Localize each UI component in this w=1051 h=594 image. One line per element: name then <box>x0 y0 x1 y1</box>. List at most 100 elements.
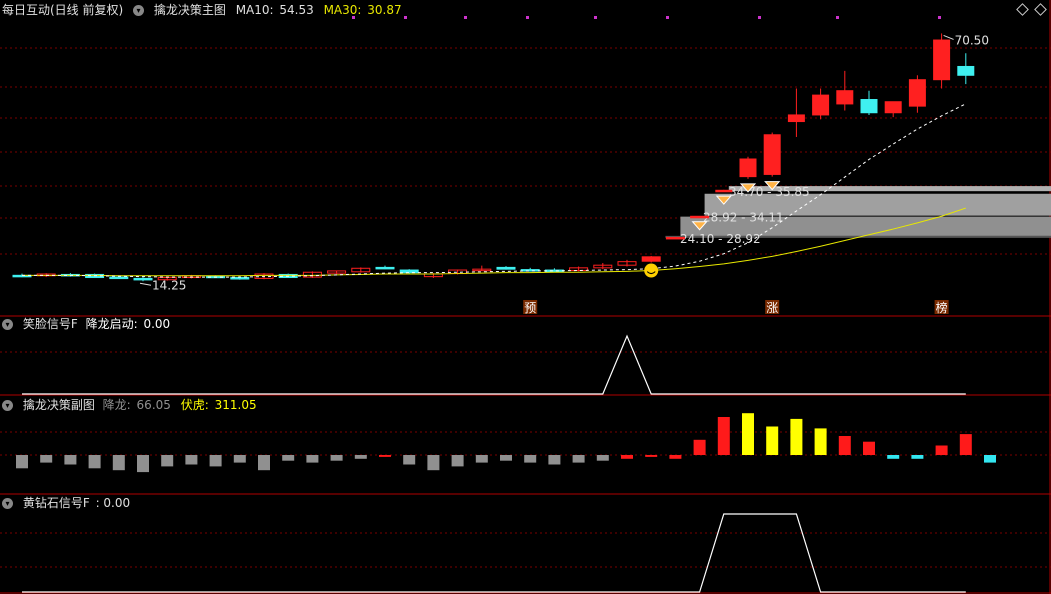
candle-body <box>520 269 540 272</box>
sub3-menu-icon[interactable]: ▾ <box>2 498 13 509</box>
sub1-value: 0.00 <box>143 317 171 331</box>
decision-bar <box>330 455 343 461</box>
candle-body <box>884 101 902 114</box>
decision-bar <box>500 455 512 461</box>
event-marker-label: 预 <box>524 301 536 315</box>
candle-body <box>908 79 926 107</box>
candle-body <box>641 256 661 262</box>
zone-label-mid: 28.92 - 34.11 <box>703 211 784 225</box>
decision-bar <box>742 413 754 455</box>
candle-body <box>133 277 153 281</box>
sub2-value1: 66.05 <box>136 398 171 412</box>
decision-bar <box>935 445 948 455</box>
decision-bar <box>112 455 125 471</box>
sub2-name2: 伏虎: <box>180 398 209 412</box>
decision-bar <box>669 455 682 459</box>
ma10-value: 54.53 <box>279 3 314 17</box>
stock-name: 每日互动(日线 前复权) <box>2 3 124 17</box>
decision-bar <box>548 455 561 465</box>
candle-body <box>230 277 250 280</box>
decision-bar <box>911 455 924 459</box>
top-dot-marker <box>526 16 529 19</box>
decision-bar <box>984 455 996 463</box>
decision-bar <box>209 455 222 467</box>
decision-bar <box>524 455 537 463</box>
sub1-name: 降龙启动: <box>85 317 138 331</box>
decision-bar <box>863 441 875 455</box>
candle-body <box>763 134 781 175</box>
decision-bar <box>379 455 391 457</box>
candle-body <box>399 269 419 274</box>
decision-bar <box>645 455 658 457</box>
ma30-value: 30.87 <box>367 3 402 17</box>
low-pointer <box>139 282 152 286</box>
top-dot-marker <box>938 16 941 19</box>
candle-body <box>109 276 129 280</box>
top-dot-marker <box>594 16 597 19</box>
ma30-label: MA30: <box>323 3 362 17</box>
event-marker-label: 榜 <box>936 300 948 315</box>
candle-body <box>933 39 951 81</box>
sub2-menu-icon[interactable]: ▾ <box>2 400 13 411</box>
top-dot-marker <box>464 16 467 19</box>
decision-bar <box>717 417 730 455</box>
candle-body <box>375 266 395 270</box>
decision-bar <box>137 455 149 473</box>
decision-bar <box>161 455 174 467</box>
sub1-header: ▾ 笑脸信号F 降龙启动: 0.00 <box>2 316 176 332</box>
low-label: 14.25 <box>152 278 186 292</box>
indicator-name[interactable]: 擒龙决策主图 <box>154 3 226 17</box>
high-label: 70.50 <box>955 33 989 47</box>
decision-bar <box>282 455 295 461</box>
decision-bar <box>16 455 28 469</box>
candle-body <box>544 269 564 273</box>
zone-label-low: 24.10 - 28.92 <box>680 232 761 246</box>
decision-bar <box>403 455 416 465</box>
candle-body <box>496 266 516 270</box>
decision-bar <box>959 434 972 455</box>
decision-bar <box>596 455 609 461</box>
decision-bar <box>233 455 246 463</box>
event-marker-label: 涨 <box>766 300 778 315</box>
decision-bar <box>766 426 779 455</box>
decision-bar <box>790 418 803 455</box>
sub2-header: ▾ 擒龙决策副图 降龙: 66.05 伏虎: 311.05 <box>2 397 263 413</box>
sub3-title[interactable]: 黄钻石信号F <box>23 496 90 510</box>
decision-bar <box>64 455 77 465</box>
decision-bar <box>88 455 101 469</box>
candle-body <box>812 94 830 116</box>
ma10-label: MA10: <box>235 3 274 17</box>
chart-canvas: 24.10 - 28.92 28.92 - 34.11 34.70 - 35.85 7… <box>0 0 1051 594</box>
candle-body <box>860 99 878 114</box>
decision-bar <box>814 428 827 455</box>
decision-bar <box>306 455 319 463</box>
candle-body <box>836 90 854 105</box>
zone-label-high: 34.70 - 35.85 <box>729 185 810 199</box>
top-dot-marker <box>836 16 839 19</box>
diamond-signal-line <box>22 513 966 593</box>
decision-bar <box>185 455 198 465</box>
sub2-title[interactable]: 擒龙决策副图 <box>23 398 95 412</box>
sub2-name1: 降龙: <box>102 398 131 412</box>
decision-bar <box>354 455 367 459</box>
top-dot-marker <box>666 16 669 19</box>
menu-icon[interactable]: ▾ <box>133 5 145 16</box>
decision-bar <box>451 455 464 467</box>
sub1-menu-icon[interactable]: ▾ <box>2 319 13 330</box>
sub3-header: ▾ 黄钻石信号F : 0.00 <box>2 495 136 511</box>
top-dot-marker <box>758 16 761 19</box>
decision-bar <box>887 455 900 459</box>
decision-bar <box>475 455 488 463</box>
candle-body <box>665 236 685 240</box>
sub3-value: : 0.00 <box>95 496 131 510</box>
sub1-title[interactable]: 笑脸信号F <box>23 317 78 331</box>
candle-body <box>787 114 805 123</box>
candle-body <box>715 189 733 193</box>
candle-body <box>739 158 757 178</box>
decision-bar <box>621 455 633 459</box>
decision-bar <box>258 455 270 471</box>
smile-signal-line <box>22 334 966 395</box>
candle-body <box>957 65 975 76</box>
decision-bar <box>40 455 53 463</box>
main-header: 每日互动(日线 前复权) ▾ 擒龙决策主图 MA10: 54.53 MA30: … <box>2 2 408 18</box>
